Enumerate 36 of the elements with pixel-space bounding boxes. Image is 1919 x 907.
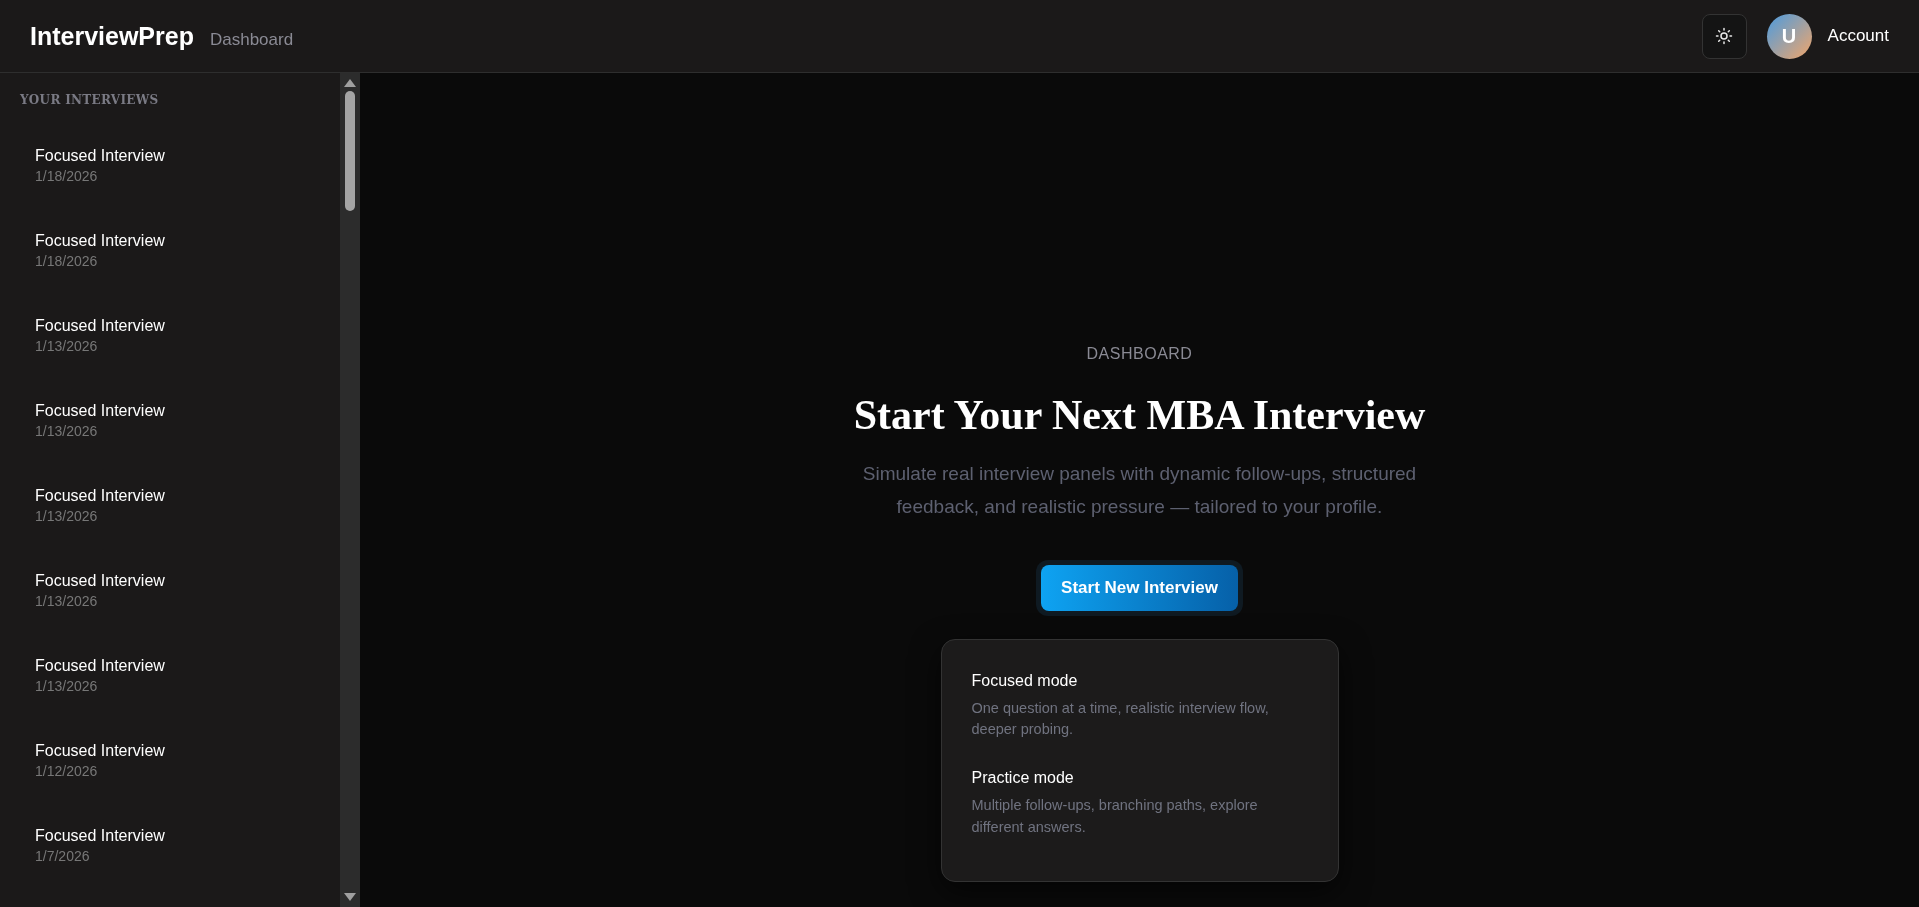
interview-title[interactable]: Focused Interview <box>35 317 325 335</box>
scroll-up-icon[interactable] <box>344 79 356 87</box>
interview-date: 1/13/2026 <box>35 423 99 439</box>
section-heading: YOUR INTERVIEWS <box>20 93 160 107</box>
interview-date: 1/12/2026 <box>35 763 99 779</box>
interview-date: 1/18/2026 <box>35 253 99 269</box>
interview-title[interactable]: Focused Interview <box>35 147 325 165</box>
mode-option[interactable]: Practice mode <box>971 769 1308 787</box>
interview-title[interactable]: Focused Interview <box>35 572 325 590</box>
interview-date: 1/7/2026 <box>35 848 91 864</box>
interview-date: 1/13/2026 <box>35 678 99 694</box>
interview-title[interactable]: Focused Interview <box>35 742 325 760</box>
page-heading: Start Your Next MBA Interview <box>853 391 1426 439</box>
interview-date: 1/13/2026 <box>35 508 99 524</box>
app-logo[interactable]: InterviewPrep <box>30 21 194 51</box>
mode-description: One question at a time, realistic interview flow, deeper probing. <box>971 698 1270 740</box>
sun-icon <box>1715 27 1734 45</box>
start-interview-button[interactable]: Start New Interview <box>1041 564 1238 611</box>
scroll-down-icon[interactable] <box>344 893 356 901</box>
page-title: Dashboard <box>209 29 294 50</box>
account-link[interactable]: Account <box>1827 26 1889 46</box>
interview-title[interactable]: Focused Interview <box>35 657 325 675</box>
mode-option[interactable]: Focused mode <box>971 671 1308 690</box>
interview-date: 1/18/2026 <box>35 168 99 184</box>
scrollbar[interactable] <box>340 73 360 907</box>
interview-title[interactable]: Focused Interview <box>35 402 325 420</box>
description: Simulate real interview panels with dynamic follow-ups, structured feedback, and realistic pressure — tailored to your profile. <box>861 462 1418 520</box>
interview-title[interactable]: Focused Interview <box>35 487 325 505</box>
interview-title[interactable]: Focused Interview <box>35 232 325 250</box>
section-label: DASHBOARD <box>1086 345 1193 363</box>
scrollbar-thumb[interactable] <box>345 91 355 211</box>
theme-toggle-button[interactable] <box>1701 13 1747 59</box>
interview-date: 1/13/2026 <box>35 338 99 354</box>
mode-description: Multiple follow-ups, branching paths, explore different answers. <box>971 796 1259 837</box>
interview-date: 1/13/2026 <box>35 593 99 609</box>
interview-title[interactable]: Focused Interview <box>35 827 325 845</box>
